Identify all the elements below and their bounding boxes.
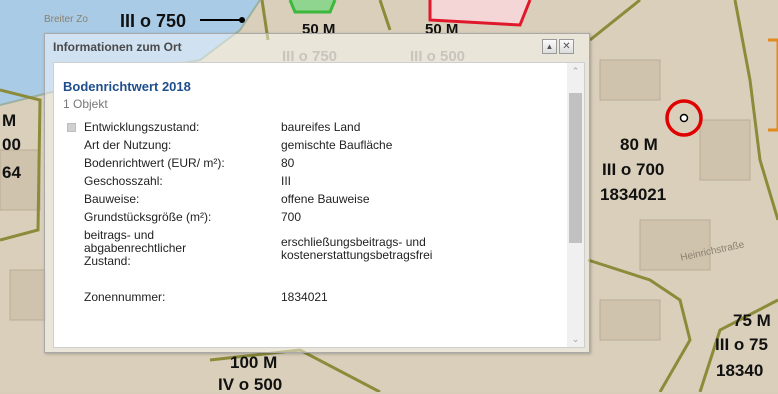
- map-label-zone-1834021: 1834021: [600, 185, 667, 204]
- result-count: 1 Objekt: [63, 97, 108, 111]
- attribute-key: Bodenrichtwert (EUR/ m²):: [84, 156, 225, 170]
- map-label-top-center: III o 750: [120, 11, 187, 31]
- attribute-value: 700: [281, 210, 302, 224]
- scroll-down-icon[interactable]: ⌄: [567, 331, 584, 347]
- street-label-top: Breiter Zo: [44, 14, 88, 25]
- scroll-up-icon[interactable]: ⌃: [567, 63, 584, 79]
- attribute-value: 1834021: [281, 290, 328, 304]
- expand-toggle-icon[interactable]: [67, 123, 76, 132]
- popup-title: Informationen zum Ort: [53, 40, 182, 54]
- attribute-key: Bauweise:: [84, 192, 140, 206]
- scrollbar-thumb[interactable]: [569, 93, 582, 243]
- popup-content[interactable]: Bodenrichtwert 2018 1 Objekt Entwicklung…: [53, 62, 585, 348]
- attribute-key: Art der Nutzung:: [84, 138, 172, 152]
- map-label-left-00: 00: [2, 135, 21, 154]
- attribute-value: baureifes Land: [281, 120, 361, 134]
- map-label-100m: 100 M: [230, 353, 278, 372]
- close-icon: ✕: [562, 40, 571, 52]
- attribute-key: Zonennummer:: [84, 290, 166, 304]
- green-zone: [288, 0, 337, 14]
- attribute-value: 80: [281, 156, 295, 170]
- attribute-key: Geschosszahl:: [84, 174, 163, 188]
- map-label-iii-700: III o 700: [602, 160, 665, 179]
- map-label-left-64: 64: [2, 163, 21, 182]
- close-button[interactable]: ✕: [559, 39, 574, 54]
- attribute-value: III: [281, 174, 292, 188]
- map-label-iv-500: IV o 500: [218, 375, 283, 394]
- map-label-left-m: M: [2, 111, 17, 130]
- attribute-value: erschließungsbeitrags- und kostenerstatt…: [281, 235, 433, 262]
- attribute-key: beitrags- und abgabenrechtlicher Zustand…: [84, 228, 187, 268]
- attribute-key: Entwicklungszustand:: [84, 120, 200, 134]
- map-label-80m: 80 M: [620, 135, 658, 154]
- attribute-value: offene Bauweise: [281, 192, 370, 206]
- result-title[interactable]: Bodenrichtwert 2018: [63, 79, 191, 94]
- map-label-zone-18340: 18340: [716, 361, 764, 380]
- map-label-iii-75: III o 75: [715, 335, 768, 354]
- collapse-button[interactable]: ▲: [542, 39, 557, 54]
- attribute-value: gemischte Baufläche: [281, 138, 393, 152]
- attribute-key: Grundstücksgröße (m²):: [84, 210, 212, 224]
- map-label-75m: 75 M: [733, 311, 771, 330]
- scrollbar[interactable]: ⌃ ⌄: [567, 63, 584, 347]
- info-popup: Informationen zum Ort ▲ ✕ Bodenrichtwert…: [44, 33, 590, 353]
- chevron-up-icon: ▲: [545, 41, 554, 51]
